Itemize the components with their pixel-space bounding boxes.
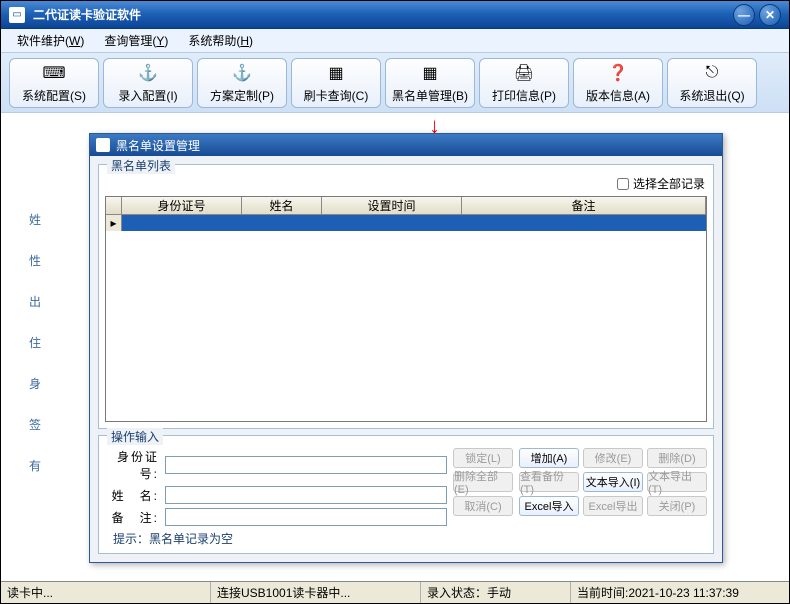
- menu-maintain[interactable]: 软件维护(W): [7, 29, 94, 52]
- btn-close: 关闭(P): [647, 496, 707, 516]
- btn-delete: 删除(D): [647, 448, 707, 468]
- app-title: 二代证读卡验证软件: [33, 6, 729, 23]
- toolbtn-entryconf[interactable]: ⚓录入配置(I): [103, 58, 193, 108]
- toolbtn-exit[interactable]: ⎋系统退出(Q): [667, 58, 757, 108]
- anchor-icon: ⚓: [137, 62, 159, 84]
- input-name[interactable]: [165, 486, 447, 504]
- select-all-checkbox[interactable]: 选择全部记录: [617, 175, 705, 192]
- hint-text: 提示：黑名单记录为空: [113, 530, 707, 547]
- input-remark[interactable]: [165, 508, 447, 526]
- menu-help-label: 系统帮助(: [188, 34, 240, 48]
- menu-maintain-label: 软件维护(: [17, 34, 69, 48]
- toolbtn-sysconf[interactable]: ⌨系统配置(S): [9, 58, 99, 108]
- table-row[interactable]: ▸: [106, 215, 706, 231]
- list-legend: 黑名单列表: [107, 157, 175, 174]
- minimize-button[interactable]: —: [733, 4, 755, 26]
- keyboard-icon: ⌨: [43, 62, 65, 84]
- toolbtn-print[interactable]: 🖨打印信息(P): [479, 58, 569, 108]
- label-remark: 备 注:: [105, 509, 159, 526]
- menu-help[interactable]: 系统帮助(H): [178, 29, 263, 52]
- label-id: 身份证号:: [105, 448, 159, 482]
- toolbar: ⌨系统配置(S) ⚓录入配置(I) ⚓方案定制(P) ▦刷卡查询(C) ▦黑名单…: [1, 53, 789, 113]
- menu-query-label: 查询管理(: [104, 34, 156, 48]
- th-name[interactable]: 姓名: [242, 197, 322, 214]
- status-bar: 读卡中... 连接USB1001读卡器中... 录入状态：手动 当前时间:202…: [1, 581, 789, 603]
- btn-viewbak: 查看备份(T): [519, 472, 579, 492]
- btn-delall: 删除全部(E): [453, 472, 513, 492]
- menu-bar: 软件维护(W) 查询管理(Y) 系统帮助(H): [1, 29, 789, 53]
- th-marker: [106, 197, 122, 214]
- btn-excelout: Excel导出: [583, 496, 643, 516]
- blacklist-dialog: 黑名单设置管理 黑名单列表 选择全部记录 身份证号 姓名 设置时间 备注: [89, 133, 723, 563]
- select-all-label: 选择全部记录: [633, 175, 705, 192]
- main-titlebar: ▭ 二代证读卡验证软件 — ✕: [1, 1, 789, 29]
- list-group: 黑名单列表 选择全部记录 身份证号 姓名 设置时间 备注 ▸: [98, 164, 714, 429]
- background-sidetext: 姓 性 出 住 身 签 有: [29, 211, 41, 474]
- close-button[interactable]: ✕: [759, 4, 781, 26]
- btn-textout: 文本导出(T): [647, 472, 707, 492]
- dialog-titlebar: 黑名单设置管理: [90, 134, 722, 156]
- menu-query[interactable]: 查询管理(Y): [94, 29, 178, 52]
- btn-textin[interactable]: 文本导入(I): [583, 472, 643, 492]
- toolbtn-cardquery[interactable]: ▦刷卡查询(C): [291, 58, 381, 108]
- exit-icon: ⎋: [701, 62, 723, 84]
- toolbtn-version[interactable]: ❓版本信息(A): [573, 58, 663, 108]
- blacklist-table[interactable]: 身份证号 姓名 设置时间 备注 ▸: [105, 196, 707, 422]
- th-settime[interactable]: 设置时间: [322, 197, 462, 214]
- row-marker-icon: ▸: [106, 215, 122, 231]
- status-connection: 连接USB1001读卡器中...: [211, 582, 421, 603]
- table-icon: ▦: [419, 62, 441, 84]
- anchor-icon: ⚓: [231, 62, 253, 84]
- btn-excelin[interactable]: Excel导入: [519, 496, 579, 516]
- select-all-input[interactable]: [617, 178, 629, 190]
- label-name: 姓 名:: [105, 487, 159, 504]
- btn-cancel: 取消(C): [453, 496, 513, 516]
- btn-modify: 修改(E): [583, 448, 643, 468]
- status-reader: 读卡中...: [1, 582, 211, 603]
- app-icon: ▭: [9, 7, 25, 23]
- toolbtn-blacklist[interactable]: ▦黑名单管理(B): [385, 58, 475, 108]
- btn-add[interactable]: 增加(A): [519, 448, 579, 468]
- th-remark[interactable]: 备注: [462, 197, 706, 214]
- toolbtn-scheme[interactable]: ⚓方案定制(P): [197, 58, 287, 108]
- input-group: 操作输入 身份证号: 姓 名: 备 注:: [98, 435, 714, 554]
- help-icon: ❓: [607, 62, 629, 84]
- table-header: 身份证号 姓名 设置时间 备注: [106, 197, 706, 215]
- btn-lock: 锁定(L): [453, 448, 513, 468]
- input-legend: 操作输入: [107, 428, 163, 445]
- printer-icon: 🖨: [513, 62, 535, 84]
- input-id[interactable]: [165, 456, 447, 474]
- dialog-icon: [96, 138, 110, 152]
- status-time: 当前时间:2021-10-23 11:37:39: [571, 582, 789, 603]
- table-icon: ▦: [325, 62, 347, 84]
- status-mode: 录入状态：手动: [421, 582, 571, 603]
- dialog-title: 黑名单设置管理: [116, 137, 200, 154]
- th-id[interactable]: 身份证号: [122, 197, 242, 214]
